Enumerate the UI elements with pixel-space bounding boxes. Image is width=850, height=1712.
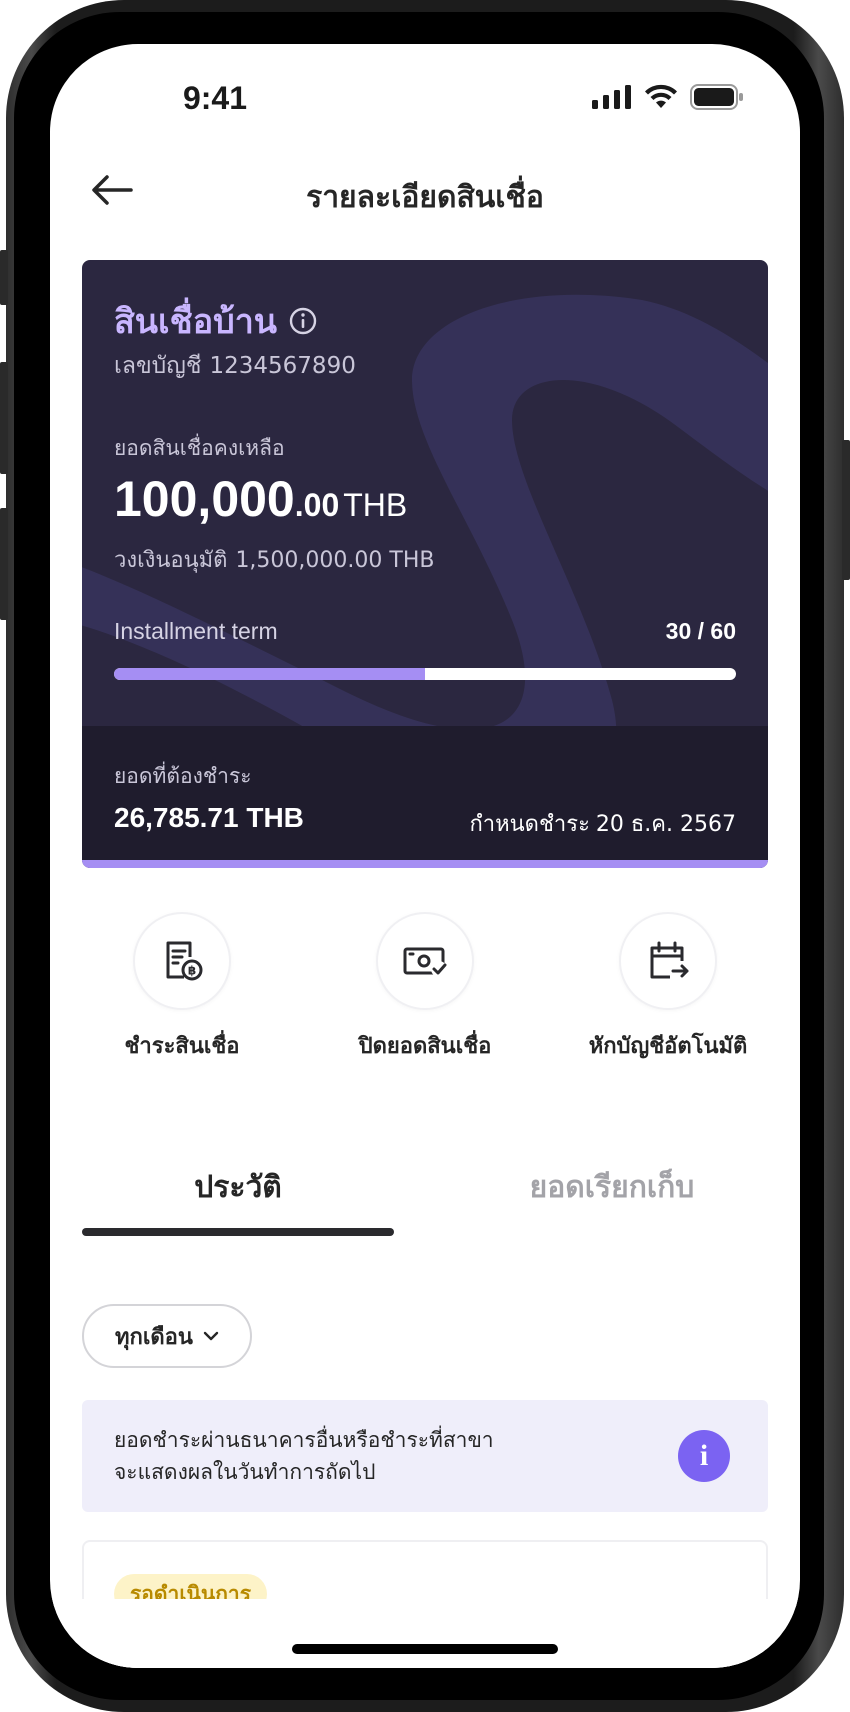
wifi-icon	[645, 84, 677, 108]
balance-decimal: .00	[294, 487, 340, 523]
account-number-label: เลขบัญชี	[114, 353, 202, 379]
signal-icon	[592, 85, 631, 109]
due-date-value: 20 ธ.ค. 2567	[595, 812, 736, 837]
chevron-down-icon	[203, 1331, 219, 1341]
info-icon[interactable]: i	[678, 1430, 730, 1482]
pay-loan-button[interactable]: ฿ ชำระสินเชื่อ	[82, 912, 282, 1063]
auto-debit-button[interactable]: หักบัญชีอัตโนมัติ	[568, 912, 768, 1063]
loan-product-label: สินเชื่อบ้าน	[114, 302, 278, 342]
tab-billing[interactable]: ยอดเรียกเก็บ	[456, 1164, 768, 1211]
tab-history[interactable]: ประวัติ	[82, 1164, 394, 1211]
quick-actions: ฿ ชำระสินเชื่อ ปิดยอดสินเชื่อ หักบัญชีอั…	[82, 912, 768, 1062]
auto-debit-label: หักบัญชีอัตโนมัติ	[588, 1034, 748, 1059]
installment-progress-bar	[114, 668, 736, 680]
volume-down-button	[0, 508, 8, 620]
pay-loan-label: ชำระสินเชื่อ	[124, 1034, 240, 1059]
account-number-value: 1234567890	[209, 353, 356, 379]
card-accent-bar	[82, 860, 768, 868]
balance-label: ยอดสินเชื่อคงเหลือ	[114, 436, 285, 460]
loan-product-name: สินเชื่อบ้าน	[114, 294, 317, 348]
silent-switch	[0, 250, 8, 305]
balance-currency: THB	[343, 487, 408, 523]
auto-debit-icon-circle	[619, 912, 717, 1010]
loan-card: สินเชื่อบ้าน เลขบัญชี 1234567890 ยอดสินเช…	[82, 260, 768, 868]
approved-limit: วงเงินอนุมัติ 1,500,000.00 THB	[114, 542, 434, 577]
limit-value: 1,500,000.00 THB	[235, 548, 435, 573]
info-banner: ยอดชำระผ่านธนาคารอื่นหรือชำระที่สาขา จะแ…	[82, 1400, 768, 1512]
battery-icon	[690, 84, 743, 110]
bottom-safe-area	[50, 1599, 800, 1668]
status-icons	[592, 82, 744, 112]
due-date: กำหนดชำระ 20 ธ.ค. 2567	[469, 806, 736, 841]
volume-up-button	[0, 362, 8, 474]
power-button	[842, 440, 850, 580]
month-filter-value: ทุกเดือน	[115, 1324, 193, 1350]
account-number: เลขบัญชี 1234567890	[114, 348, 356, 384]
calendar-transfer-icon	[650, 941, 689, 979]
info-banner-line2: จะแสดงผลในวันทำการถัดไป	[114, 1460, 376, 1484]
due-amount-label: ยอดที่ต้องชำระ	[114, 764, 252, 788]
due-amount-value: 26,785.71 THB	[114, 802, 304, 833]
installment-term-label: Installment term	[114, 618, 278, 644]
balance-integer: 100,000	[114, 471, 295, 527]
svg-text:฿: ฿	[188, 964, 196, 978]
info-banner-line1: ยอดชำระผ่านธนาคารอื่นหรือชำระที่สาขา	[114, 1428, 494, 1452]
close-loan-label: ปิดยอดสินเชื่อ	[358, 1034, 492, 1059]
active-tab-indicator	[82, 1228, 394, 1236]
pay-loan-icon-circle: ฿	[133, 912, 231, 1010]
limit-label: วงเงินอนุมัติ	[114, 548, 228, 573]
payment-due-section: ยอดที่ต้องชำระ 26,785.71 THB กำหนดชำระ 20…	[82, 726, 768, 860]
tab-bar: ประวัติ ยอดเรียกเก็บ	[82, 1164, 768, 1236]
installment-term-value: 30 / 60	[665, 618, 736, 644]
bill-baht-icon: ฿	[166, 941, 203, 981]
status-time: 9:41	[182, 80, 248, 116]
balance-amount: 100,000.00 THB	[114, 470, 407, 528]
month-filter-dropdown[interactable]: ทุกเดือน	[82, 1304, 252, 1368]
screen: 9:41 รายละเอียดสินเชื่อ สินเชื่อบ้าน เลข…	[50, 44, 800, 1668]
close-loan-button[interactable]: ปิดยอดสินเชื่อ	[325, 912, 525, 1063]
close-loan-icon-circle	[376, 912, 474, 1010]
page-title: รายละเอียดสินเชื่อ	[306, 180, 544, 215]
installment-progress-fill	[114, 668, 425, 680]
due-date-label: กำหนดชำระ	[469, 812, 590, 837]
home-indicator	[292, 1644, 558, 1654]
info-banner-text: ยอดชำระผ่านธนาคารอื่นหรือชำระที่สาขา จะแ…	[114, 1424, 494, 1488]
info-circle-icon[interactable]	[289, 307, 317, 335]
cash-check-icon	[403, 947, 447, 977]
